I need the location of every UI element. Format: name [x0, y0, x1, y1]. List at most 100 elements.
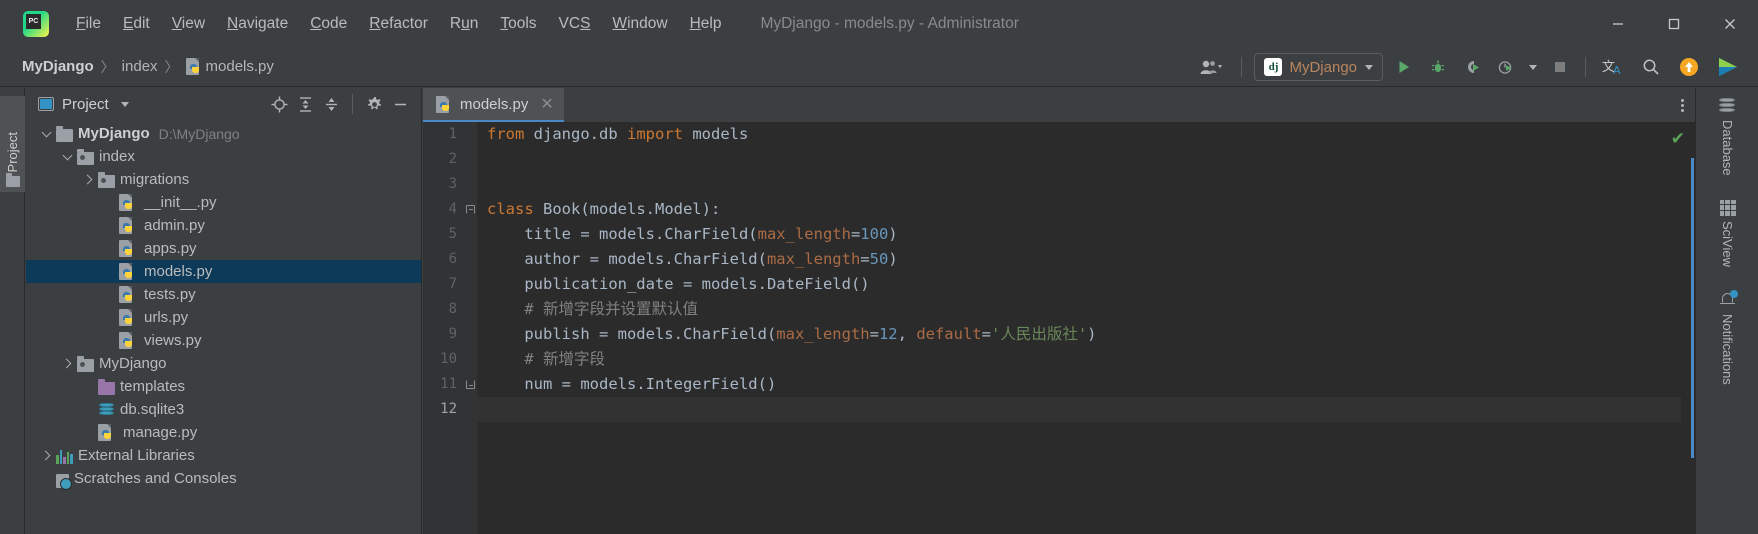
tree-node[interactable]: MyDjango — [26, 352, 421, 375]
tree-node[interactable]: External Libraries — [26, 444, 421, 467]
search-everywhere-button[interactable] — [1634, 52, 1668, 82]
project-tree[interactable]: MyDjango D:\MyDjango index migrations __init… — [26, 120, 421, 490]
menu-item-tools[interactable]: Tools — [489, 12, 547, 36]
code-line[interactable]: title = models.CharField(max_length=100) — [477, 222, 1695, 247]
code-line[interactable]: publish = models.CharField(max_length=12… — [477, 322, 1695, 347]
menu-item-run[interactable]: Run — [439, 12, 489, 36]
code-line[interactable]: # 新增字段 — [477, 347, 1695, 372]
translate-button[interactable]: 文 A — [1596, 52, 1630, 82]
breadcrumb-item-project[interactable]: MyDjango — [22, 58, 94, 75]
tree-node[interactable]: db.sqlite3 — [26, 398, 421, 421]
chevron-down-icon[interactable] — [120, 101, 129, 107]
minimize-icon[interactable] — [1590, 0, 1646, 47]
update-button[interactable] — [1672, 52, 1706, 82]
tree-node[interactable]: admin.py — [26, 214, 421, 237]
code-line[interactable]: # 新增字段并设置默认值 — [477, 297, 1695, 322]
debug-button[interactable] — [1423, 52, 1453, 82]
fold-end-icon[interactable] — [466, 380, 475, 389]
folder-icon — [5, 173, 20, 187]
python-file-icon — [119, 194, 134, 211]
line-number: 10 — [440, 351, 457, 367]
tree-node[interactable]: views.py — [26, 329, 421, 352]
vertical-scrollbar[interactable] — [1691, 158, 1694, 458]
menu-item-edit[interactable]: Edit — [112, 12, 161, 36]
sidebar-item-sciview[interactable]: SciView — [1696, 190, 1758, 267]
tree-node[interactable]: urls.py — [26, 306, 421, 329]
code-line[interactable] — [477, 147, 1695, 172]
menu-item-vcs[interactable]: VCS — [548, 12, 602, 36]
tree-node[interactable]: Scratches and Consoles — [26, 467, 421, 490]
tree-node[interactable]: tests.py — [26, 283, 421, 306]
editor-options-icon[interactable] — [1669, 88, 1695, 122]
tree-node[interactable]: manage.py — [26, 421, 421, 444]
code-folding-gutter[interactable] — [463, 122, 477, 534]
profile-button[interactable] — [1491, 52, 1521, 82]
code-line[interactable]: num = models.IntegerField() — [477, 372, 1695, 397]
code-line[interactable] — [477, 397, 1695, 422]
code-line[interactable]: from django.db import models — [477, 122, 1695, 147]
sidebar-item-project[interactable]: Project — [0, 96, 25, 192]
user-accounts-icon[interactable] — [1191, 52, 1231, 82]
tree-node[interactable]: index — [26, 145, 421, 168]
stop-button[interactable] — [1545, 52, 1575, 82]
tree-node-label: index — [99, 148, 135, 165]
menu-item-view[interactable]: View — [161, 12, 216, 36]
code-token: # 新增字段 — [487, 350, 605, 368]
run-button[interactable] — [1389, 52, 1419, 82]
run-configuration-selector[interactable]: dj MyDjango — [1254, 53, 1383, 81]
title-bar: File Edit View Navigate Code Refactor Ru… — [0, 0, 1758, 47]
code-editor[interactable]: 1 2 3 4 5 6 7 8 9 10 11 12 from django.db import mo… — [423, 122, 1695, 534]
fold-expanded-icon[interactable] — [466, 205, 475, 214]
profile-dropdown-icon[interactable] — [1525, 52, 1541, 82]
database-icon — [1718, 98, 1737, 115]
tree-node[interactable]: MyDjango D:\MyDjango — [26, 122, 421, 145]
run-with-coverage-button[interactable] — [1457, 52, 1487, 82]
code-line[interactable]: author = models.CharField(max_length=50) — [477, 247, 1695, 272]
code-token: # 新增字段并设置默认值 — [487, 300, 698, 318]
code-token: author = models.CharField( — [487, 250, 767, 268]
menu-item-file[interactable]: File — [65, 12, 112, 36]
tree-node[interactable]: migrations — [26, 168, 421, 191]
sidebar-item-notifications[interactable]: Notifications — [1696, 281, 1758, 384]
menu-item-refactor[interactable]: Refactor — [358, 12, 439, 36]
close-icon[interactable] — [1702, 0, 1758, 47]
maximize-icon[interactable] — [1646, 0, 1702, 47]
tree-node[interactable]: models.py — [26, 260, 421, 283]
source-code[interactable]: from django.db import models class Book(… — [477, 122, 1695, 534]
expand-all-button[interactable] — [292, 92, 318, 116]
ide-play-button[interactable] — [1710, 52, 1746, 82]
hide-button[interactable] — [387, 92, 413, 116]
locate-button[interactable] — [266, 92, 292, 116]
tree-node[interactable]: __init__.py — [26, 191, 421, 214]
chevron-down-icon[interactable] — [57, 150, 77, 160]
error-stripe[interactable] — [1681, 156, 1695, 534]
chevron-down-icon — [1365, 64, 1373, 70]
menu-item-code[interactable]: Code — [299, 12, 358, 36]
scratches-icon — [56, 473, 72, 490]
menu-item-navigate[interactable]: Navigate — [216, 12, 299, 36]
tree-node[interactable]: apps.py — [26, 237, 421, 260]
chevron-down-icon[interactable] — [36, 127, 56, 137]
chevron-right-icon[interactable] — [78, 174, 98, 185]
breadcrumb-item-index[interactable]: index — [122, 58, 158, 75]
editor-tab-models-py[interactable]: models.py ✕ — [423, 88, 564, 122]
chevron-right-icon[interactable] — [57, 358, 77, 369]
code-line[interactable]: publication_date = models.DateField() — [477, 272, 1695, 297]
settings-button[interactable] — [361, 92, 387, 116]
navigation-bar: MyDjango 〉 index 〉 models.py dj MyDjango — [0, 47, 1758, 87]
close-icon[interactable]: ✕ — [540, 94, 553, 114]
database-file-icon — [98, 402, 115, 419]
module-folder-icon — [77, 149, 94, 165]
inspection-status-icon[interactable]: ✔ — [1671, 130, 1685, 147]
code-line[interactable] — [477, 172, 1695, 197]
tree-node-label: models.py — [144, 263, 213, 280]
breadcrumb-item-file[interactable]: models.py — [206, 58, 274, 75]
menu-item-help[interactable]: Help — [679, 12, 733, 36]
tree-node[interactable]: templates — [26, 375, 421, 398]
line-number: 5 — [448, 226, 457, 242]
menu-item-window[interactable]: Window — [601, 12, 678, 36]
chevron-right-icon[interactable] — [36, 450, 56, 461]
code-line[interactable]: class Book(models.Model): — [477, 197, 1695, 222]
collapse-all-button[interactable] — [318, 92, 344, 116]
sidebar-item-database[interactable]: Database — [1696, 88, 1758, 176]
